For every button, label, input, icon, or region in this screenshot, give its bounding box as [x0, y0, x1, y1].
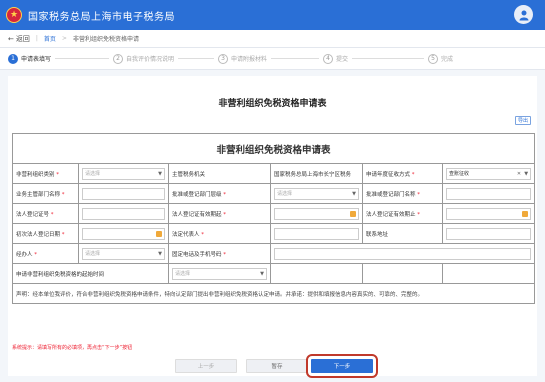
- handler-label: 经办人 *: [12, 243, 79, 264]
- step-label: 申请附报材料: [231, 56, 268, 63]
- step-label: 提交: [336, 56, 349, 63]
- step-label: 申请表填写: [21, 56, 52, 63]
- apply-year-select[interactable]: 请选择 ▼: [172, 267, 267, 280]
- chevron-down-icon: ▼: [158, 170, 162, 177]
- approval-name-label: 批准或登记部门名称 *: [362, 183, 443, 204]
- prev-button[interactable]: 上一步: [175, 359, 237, 373]
- org-type-label: 非营利组织类别 *: [12, 163, 79, 184]
- levy-method-select[interactable]: 查账征收 ✕ ▼: [446, 167, 532, 180]
- user-icon: [519, 10, 528, 20]
- step-4: 4 提交: [323, 53, 428, 64]
- site-title: 国家税务总局上海市电子税务局: [28, 11, 175, 23]
- step-connector: [271, 58, 319, 59]
- apply-year-label: 申请非营利组织免税资格的起始时间: [12, 263, 169, 284]
- legal-end-label: 法人登记证有效期止 *: [362, 203, 443, 224]
- phone-label: 固定电话及手机号码 *: [168, 243, 271, 264]
- top-header: ★ 国家税务总局上海市电子税务局: [0, 0, 545, 30]
- breadcrumb-current: 非营利组织免税资格申请: [72, 36, 139, 43]
- legal-start-label: 法人登记证有效期起 *: [168, 203, 271, 224]
- contact-addr-label: 联系地址: [362, 223, 443, 244]
- form-panel: 非营利组织免税资格申请表 导出 非营利组织免税资格申请表 非营利组织类别 * 请…: [8, 76, 537, 378]
- legal-rep-label: 法定代表人 *: [168, 223, 271, 244]
- chevron-down-icon: ▼: [260, 270, 264, 277]
- chevron-down-icon: ▼: [158, 250, 162, 257]
- user-avatar[interactable]: [514, 5, 533, 24]
- tax-emblem-icon: ★: [6, 7, 22, 23]
- approval-name-input[interactable]: [446, 187, 532, 200]
- step-2: 2 自我评价情况说明: [113, 53, 218, 64]
- step-5: 5 完成: [428, 53, 488, 64]
- page-title: 非营利组织免税资格申请表: [218, 99, 327, 109]
- separator: |: [35, 35, 38, 42]
- breadcrumb-home[interactable]: 首页: [44, 34, 56, 43]
- system-tip: 系统提示：请填写所有的必填项，再点击“下一步”按钮: [12, 345, 133, 351]
- legal-start-date[interactable]: [274, 207, 359, 220]
- back-arrow-icon: ←: [8, 34, 14, 43]
- step-1: 1 申请表填写: [8, 53, 113, 64]
- chevron-down-icon: ▼: [352, 190, 356, 197]
- step-connector: [55, 58, 109, 59]
- legal-end-date[interactable]: [446, 207, 532, 220]
- declaration-statement: 声明：经本单位我评价，符合非营利组织免税资格申请条件，特向认定部门提出非营利组织…: [11, 283, 536, 304]
- calendar-icon[interactable]: [350, 210, 356, 217]
- chevron-down-icon: ▼: [524, 170, 529, 177]
- step-number: 2: [113, 53, 123, 64]
- step-number: 3: [218, 53, 228, 64]
- application-form-table: 非营利组织免税资格申请表 非营利组织类别 * 请选择 ▼ 主管税务机关 国家税务总…: [11, 133, 536, 304]
- levy-method-label: 申请年度征收方式 *: [362, 163, 443, 184]
- dept-name-input[interactable]: [82, 187, 165, 200]
- contact-addr-input[interactable]: [446, 227, 532, 240]
- approval-level-select[interactable]: 请选择 ▼: [274, 187, 359, 200]
- calendar-icon[interactable]: [522, 210, 529, 217]
- legal-cert-label: 法人登记证号 *: [12, 203, 79, 224]
- phone-input[interactable]: [274, 247, 532, 260]
- approval-level-label: 批准或登记部门层级 *: [168, 183, 271, 204]
- legal-cert-input[interactable]: [82, 207, 165, 220]
- export-button[interactable]: 导出: [515, 116, 531, 125]
- step-connector: [352, 58, 424, 59]
- next-button[interactable]: 下一步: [306, 354, 378, 378]
- step-3: 3 申请附报材料: [218, 53, 323, 64]
- step-connector: [178, 58, 214, 59]
- org-type-select[interactable]: 请选择 ▼: [82, 167, 165, 180]
- first-reg-date[interactable]: [82, 227, 165, 240]
- save-button[interactable]: 暂存: [246, 359, 308, 373]
- step-number: 5: [428, 53, 438, 64]
- back-button[interactable]: ← 返回: [8, 34, 30, 44]
- tax-authority-label: 主管税务机关: [168, 163, 271, 184]
- legal-rep-input[interactable]: [274, 227, 359, 240]
- step-label: 完成: [441, 56, 454, 63]
- clear-icon[interactable]: ✕: [517, 171, 521, 177]
- step-number: 1: [8, 53, 18, 64]
- dept-name-label: 业务主管部门名称 *: [12, 183, 79, 204]
- handler-select[interactable]: 请选择 ▼: [82, 247, 165, 260]
- step-label: 自我评价情况说明: [126, 56, 175, 63]
- step-number: 4: [323, 53, 333, 64]
- action-bar: 上一步 暂存 下一步: [8, 354, 537, 378]
- calendar-icon[interactable]: [156, 230, 162, 237]
- first-reg-date-label: 初次法人登记日期 *: [12, 223, 79, 244]
- breadcrumb-arrow-icon: >: [61, 35, 67, 42]
- tax-authority-value: 国家税务总局上海市长宁区税务: [270, 163, 363, 184]
- breadcrumb: ← 返回 | 首页 > 非营利组织免税资格申请: [0, 30, 545, 48]
- form-caption: 非营利组织免税资格申请表: [11, 133, 536, 164]
- step-progress: 1 申请表填写 2 自我评价情况说明 3 申请附报材料 4 提交 5 完成: [0, 48, 545, 70]
